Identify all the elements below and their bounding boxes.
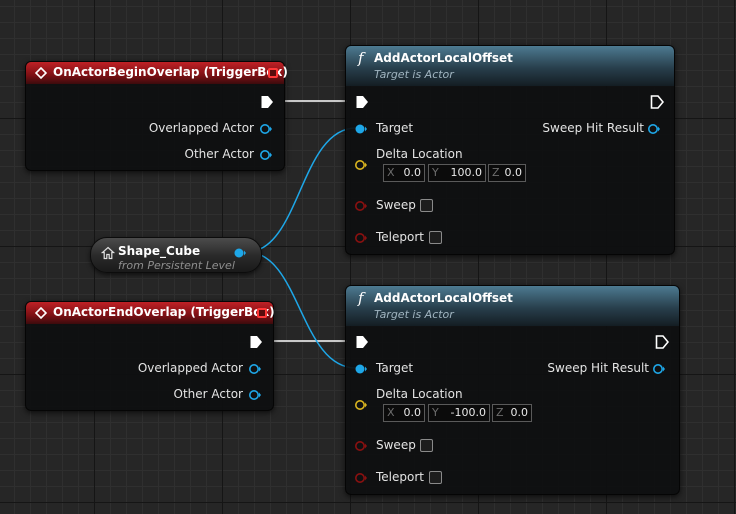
event-title: OnActorEndOverlap (TriggerBox) — [53, 305, 275, 319]
pin-label-delta-location: Delta Location — [376, 147, 463, 161]
object-pin-icon[interactable] — [249, 363, 261, 375]
delta-x-field[interactable]: X 0.0 — [383, 164, 425, 182]
event-diamond-icon — [35, 67, 47, 79]
delta-z-field[interactable]: Z 0.0 — [488, 164, 526, 182]
vector-pin-icon[interactable] — [355, 399, 367, 411]
actor-reference-subtitle: from Persistent Level — [118, 259, 235, 272]
function-node-add-offset-1[interactable]: f AddActorLocalOffset Target is Actor Ta… — [345, 45, 675, 255]
bool-pin-icon[interactable] — [355, 472, 367, 484]
delta-x-field[interactable]: X 0.0 — [383, 404, 425, 422]
pin-label-other-actor: Other Actor — [184, 147, 254, 161]
delegate-pin-icon[interactable] — [257, 308, 267, 318]
object-pin-icon[interactable] — [260, 149, 272, 161]
function-header: f AddActorLocalOffset Target is Actor — [346, 46, 674, 86]
pin-label-overlapped-actor: Overlapped Actor — [148, 121, 254, 135]
function-icon: f — [358, 289, 364, 307]
actor-reference-title: Shape_Cube — [118, 244, 201, 258]
teleport-checkbox[interactable] — [429, 471, 442, 484]
pin-label-sweep-hit-result: Sweep Hit Result — [547, 361, 649, 375]
function-node-add-offset-2[interactable]: f AddActorLocalOffset Target is Actor Ta… — [345, 285, 680, 495]
struct-pin-icon[interactable] — [653, 363, 665, 375]
delegate-pin-icon[interactable] — [268, 68, 278, 78]
event-diamond-icon — [35, 307, 47, 319]
sweep-checkbox[interactable] — [420, 199, 433, 212]
actor-reference-node[interactable]: Shape_Cube from Persistent Level — [90, 237, 262, 273]
pin-label-teleport: Teleport — [376, 470, 424, 484]
function-subtitle: Target is Actor — [374, 68, 454, 81]
object-pin-icon[interactable] — [249, 389, 261, 401]
object-pin-icon[interactable] — [260, 123, 272, 135]
pin-label-teleport: Teleport — [376, 230, 424, 244]
pin-label-overlapped-actor: Overlapped Actor — [137, 361, 243, 375]
exec-out-pin-icon[interactable] — [260, 95, 274, 109]
pin-label-target: Target — [376, 121, 414, 135]
pin-label-sweep: Sweep — [376, 438, 416, 452]
bool-pin-icon[interactable] — [355, 440, 367, 452]
teleport-checkbox[interactable] — [429, 231, 442, 244]
event-header: OnActorEndOverlap (TriggerBox) — [26, 302, 275, 324]
actor-icon — [101, 246, 115, 260]
vector-pin-icon[interactable] — [355, 159, 367, 171]
event-node-begin-overlap[interactable]: OnActorBeginOverlap (TriggerBox) Overlap… — [25, 61, 288, 171]
bool-pin-icon[interactable] — [355, 200, 367, 212]
struct-pin-icon[interactable] — [648, 123, 660, 135]
event-node-end-overlap[interactable]: OnActorEndOverlap (TriggerBox) Overlappe… — [25, 301, 275, 411]
pin-label-delta-location: Delta Location — [376, 387, 463, 401]
function-icon: f — [358, 49, 364, 67]
exec-in-pin-icon[interactable] — [355, 335, 369, 349]
function-title: AddActorLocalOffset — [374, 291, 513, 305]
delta-y-field[interactable]: Y -100.0 — [428, 404, 490, 422]
event-header: OnActorBeginOverlap (TriggerBox) — [26, 62, 288, 84]
object-pin-icon[interactable] — [234, 247, 246, 259]
pin-label-sweep: Sweep — [376, 198, 416, 212]
delta-z-field[interactable]: Z 0.0 — [492, 404, 532, 422]
function-header: f AddActorLocalOffset Target is Actor — [346, 286, 679, 326]
sweep-checkbox[interactable] — [420, 439, 433, 452]
pin-label-sweep-hit-result: Sweep Hit Result — [542, 121, 644, 135]
pin-label-other-actor: Other Actor — [173, 387, 243, 401]
pin-label-target: Target — [376, 361, 414, 375]
exec-in-pin-icon[interactable] — [355, 95, 369, 109]
exec-out-pin-icon[interactable] — [249, 335, 263, 349]
object-pin-icon[interactable] — [355, 363, 367, 375]
object-pin-icon[interactable] — [355, 123, 367, 135]
delta-y-field[interactable]: Y 100.0 — [428, 164, 486, 182]
bool-pin-icon[interactable] — [355, 232, 367, 244]
function-title: AddActorLocalOffset — [374, 51, 513, 65]
exec-out-pin-icon[interactable] — [655, 335, 669, 349]
event-title: OnActorBeginOverlap (TriggerBox) — [53, 65, 288, 79]
function-subtitle: Target is Actor — [374, 308, 454, 321]
exec-out-pin-icon[interactable] — [650, 95, 664, 109]
